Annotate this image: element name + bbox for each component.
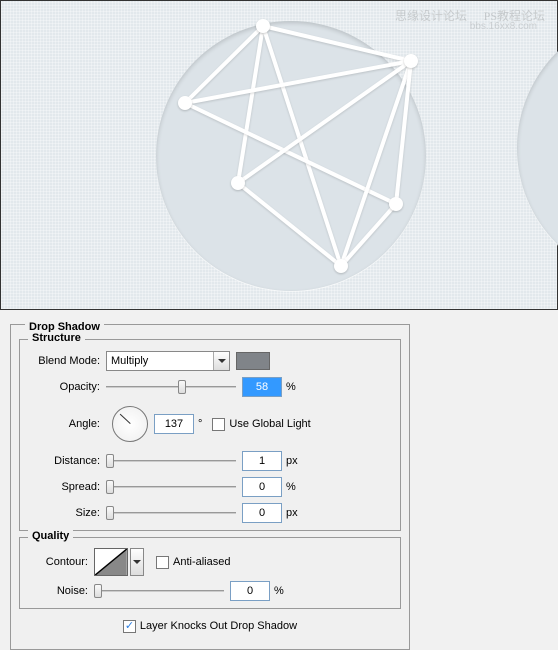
angle-unit: °: [198, 418, 202, 430]
graph-node: [231, 176, 245, 190]
angle-dial[interactable]: [112, 406, 148, 442]
contour-picker[interactable]: [94, 548, 128, 576]
distance-input[interactable]: 1: [242, 451, 282, 471]
noise-label: Noise:: [28, 585, 88, 597]
spread-unit: %: [286, 481, 296, 493]
blend-mode-combo[interactable]: Multiply: [106, 351, 230, 371]
opacity-label: Opacity:: [28, 381, 100, 393]
graph-node: [178, 96, 192, 110]
distance-slider[interactable]: [106, 453, 236, 469]
spread-slider[interactable]: [106, 479, 236, 495]
graph-node: [256, 19, 270, 33]
opacity-unit: %: [286, 381, 296, 393]
layer-knocks-out-label: Layer Knocks Out Drop Shadow: [140, 620, 297, 632]
distance-unit: px: [286, 455, 298, 467]
contour-dropdown[interactable]: [130, 548, 144, 576]
graph-node: [389, 197, 403, 211]
blend-mode-value: Multiply: [107, 355, 213, 367]
size-slider[interactable]: [106, 505, 236, 521]
opacity-slider[interactable]: [106, 379, 236, 395]
quality-fieldset: Quality Contour: Anti-aliased Noise: 0 %: [19, 537, 401, 609]
network-lines: [1, 1, 558, 311]
spread-input[interactable]: 0: [242, 477, 282, 497]
use-global-light-checkbox[interactable]: [212, 418, 225, 431]
drop-shadow-panel: Drop Shadow Structure Blend Mode: Multip…: [10, 324, 410, 650]
contour-label: Contour:: [28, 556, 88, 568]
graph-node: [334, 259, 348, 273]
noise-input[interactable]: 0: [230, 581, 270, 601]
distance-label: Distance:: [28, 455, 100, 467]
angle-input[interactable]: 137: [154, 414, 194, 434]
design-canvas: 思缘设计论坛 PS教程论坛 bbs.16xx8.com: [0, 0, 558, 310]
graph-node: [404, 54, 418, 68]
opacity-input[interactable]: 58: [242, 377, 282, 397]
structure-legend: Structure: [28, 332, 85, 344]
anti-aliased-label: Anti-aliased: [173, 556, 230, 568]
angle-label: Angle:: [28, 418, 100, 430]
layer-knocks-out-checkbox[interactable]: ✓: [123, 620, 136, 633]
size-unit: px: [286, 507, 298, 519]
quality-legend: Quality: [28, 530, 73, 542]
structure-fieldset: Structure Blend Mode: Multiply Opacity: …: [19, 339, 401, 531]
noise-unit: %: [274, 585, 284, 597]
size-input[interactable]: 0: [242, 503, 282, 523]
size-label: Size:: [28, 507, 100, 519]
spread-label: Spread:: [28, 481, 100, 493]
anti-aliased-checkbox[interactable]: [156, 556, 169, 569]
shadow-color-swatch[interactable]: [236, 352, 270, 370]
noise-slider[interactable]: [94, 583, 224, 599]
blend-mode-label: Blend Mode:: [28, 355, 100, 367]
check-icon: ✓: [125, 621, 134, 632]
chevron-down-icon[interactable]: [213, 352, 229, 370]
use-global-light-label: Use Global Light: [229, 418, 310, 430]
